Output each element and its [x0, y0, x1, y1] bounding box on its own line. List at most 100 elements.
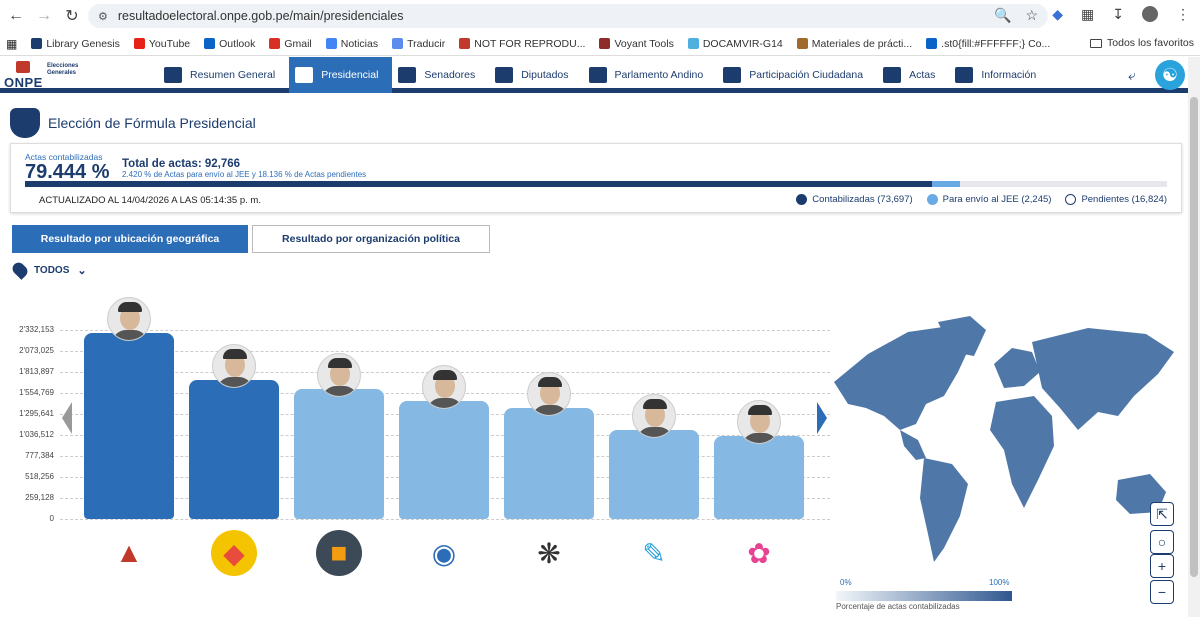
progress-jee	[932, 181, 960, 187]
back-icon[interactable]: ←	[2, 2, 30, 30]
all-bookmarks[interactable]: Todos los favoritos	[1090, 37, 1194, 49]
progress-contabilizadas	[25, 181, 933, 187]
bookmark-item[interactable]: Voyant Tools	[599, 38, 674, 50]
map-globe-button[interactable]: ○	[1150, 530, 1174, 554]
avatar-hair	[538, 376, 562, 387]
map-zoom-out-button[interactable]: −	[1150, 580, 1174, 604]
map-zoom-in-button[interactable]: +	[1150, 554, 1174, 578]
gridline	[60, 351, 830, 352]
nav-diputados[interactable]: Diputados	[489, 57, 582, 93]
y-tick-label: 1'295,641	[19, 409, 54, 418]
page-scrollbar[interactable]	[1188, 57, 1200, 617]
bookmark-item[interactable]: Library Genesis	[31, 38, 120, 50]
spiral-logo-icon[interactable]: ◉	[421, 530, 467, 576]
menu-icon[interactable]: ⋮	[1176, 6, 1190, 23]
outlook-icon	[926, 38, 938, 49]
nav-participacion-ciudadana[interactable]: Participación Ciudadana	[717, 57, 877, 93]
apps-icon[interactable]: ▦	[6, 37, 17, 51]
candidate-bar[interactable]	[399, 400, 489, 519]
candidate-bar[interactable]	[294, 389, 384, 519]
grid-icon	[164, 67, 182, 83]
bookmark-item[interactable]: YouTube	[133, 38, 190, 50]
book-icon	[31, 38, 43, 49]
bookmark-star-icon[interactable]: ☆	[1025, 7, 1038, 24]
bookmark-item[interactable]: Noticias	[325, 38, 378, 50]
diamond-logo-icon[interactable]: ◆	[211, 530, 257, 576]
candidate-bar[interactable]	[609, 429, 699, 519]
bookmark-item[interactable]: Outlook	[204, 38, 255, 50]
accessibility-icon[interactable]: ☯	[1155, 60, 1185, 90]
chart-next-arrow[interactable]	[817, 402, 827, 434]
legend-jee: Para envío al JEE (2,245)	[926, 194, 1051, 205]
candidate-photo	[212, 343, 256, 388]
summary-panel: Actas contabilizadas 79.444 % Total de a…	[10, 143, 1182, 213]
bookmark-item[interactable]: NOT FOR REPRODU...	[459, 38, 585, 50]
speech-bubble-logo-icon[interactable]: ✎	[631, 530, 677, 576]
candidate-bar[interactable]	[189, 379, 279, 519]
scrollbar-thumb[interactable]	[1190, 97, 1198, 577]
tab-organizacion-politica[interactable]: Resultado por organización política	[252, 225, 490, 253]
flower-logo-icon[interactable]: ✿	[736, 530, 782, 576]
emblem-icon	[295, 67, 314, 83]
location-filter[interactable]: TODOS ⌄	[10, 260, 87, 280]
address-bar[interactable]: ⚙ resultadoelectoral.onpe.gob.pe/main/pr…	[88, 4, 1048, 28]
triangle-logo-icon[interactable]: ▲	[106, 530, 152, 576]
y-tick-label: 0	[49, 514, 54, 523]
onpe-logo[interactable]: ONPE Elecciones Generales	[4, 59, 78, 91]
app-header: ONPE Elecciones Generales Resumen General…	[0, 57, 1188, 93]
map-pointer-button[interactable]: ⇱	[1150, 502, 1174, 526]
extension-icon[interactable]: ◆	[1052, 6, 1063, 23]
map-central-america	[900, 430, 926, 460]
y-tick-label: 1'554,769	[19, 388, 54, 397]
candidate-photo	[737, 399, 781, 444]
bookmark-item[interactable]: DOCAMVIR-G14	[687, 38, 783, 50]
profile-avatar[interactable]	[1142, 6, 1158, 22]
youtube-icon	[133, 38, 145, 49]
people-icon	[398, 67, 417, 83]
avatar-body	[322, 386, 358, 397]
candidate-photo	[107, 297, 151, 342]
avatar-body	[217, 376, 253, 387]
tab-ubicacion-geografica[interactable]: Resultado por ubicación geográfica	[12, 225, 248, 253]
bookmark-item[interactable]: Gmail	[269, 38, 312, 50]
chevron-down-icon: ⌄	[77, 264, 87, 277]
download-icon[interactable]: ↧	[1112, 6, 1124, 23]
nav-senadores[interactable]: Senadores	[392, 57, 489, 93]
candidate-bar[interactable]	[714, 435, 804, 519]
avatar-body	[532, 404, 568, 415]
bookmark-item[interactable]: Traducir	[392, 38, 445, 50]
news-icon	[325, 38, 337, 49]
legend-dot	[926, 194, 938, 205]
candidate-photo	[317, 353, 361, 398]
browser-toolbar: ← → ↻ ⚙ resultadoelectoral.onpe.gob.pe/m…	[0, 0, 1200, 32]
presidential-results-chart: 2'332,153 2'073,025 1'813,897 1'554,769 1'29…	[0, 290, 830, 615]
zoom-icon[interactable]: 🔍	[994, 7, 1011, 24]
actas-progress-bar	[25, 181, 1167, 187]
bookmark-item[interactable]: Materiales de prácti...	[796, 38, 912, 50]
building-icon	[495, 67, 514, 83]
y-tick-label: 259,128	[25, 493, 54, 502]
nav-presidencial[interactable]: Presidencial	[289, 57, 393, 93]
share-icon[interactable]: ⤶	[1128, 67, 1136, 84]
bag-logo-icon[interactable]: ■	[316, 530, 362, 576]
nav-informacion[interactable]: Información	[949, 57, 1050, 93]
url-text: resultadoelectoral.onpe.gob.pe/main/pres…	[117, 9, 404, 23]
nav-resumen-general[interactable]: Resumen General	[158, 57, 289, 93]
reload-icon[interactable]: ↻	[58, 2, 86, 30]
nav-parlamento-andino[interactable]: Parlamento Andino	[583, 57, 718, 93]
bookmark-item[interactable]: .st0{fill:#FFFFFF;} Co...	[926, 38, 1050, 50]
percentage-note: 2.420 % de Actas para envío al JEE y 18.…	[122, 170, 367, 179]
candidate-bar[interactable]	[84, 333, 174, 519]
forward-icon[interactable]: →	[30, 2, 58, 30]
candidate-bar[interactable]	[504, 407, 594, 519]
nav-actas[interactable]: Actas	[877, 57, 949, 93]
avatar-body	[742, 432, 778, 443]
updated-timestamp: ACTUALIZADO AL 14/04/2026 A LAS 05:14:35…	[39, 195, 261, 206]
world-map[interactable]	[828, 312, 1180, 572]
avatar-hair	[643, 398, 667, 409]
ant-logo-icon[interactable]: ❋	[526, 530, 572, 576]
site-info-icon[interactable]: ⚙	[98, 10, 108, 23]
legend-dot	[796, 194, 808, 205]
chart-prev-arrow[interactable]	[62, 402, 72, 434]
extensions-puzzle-icon[interactable]: ▦	[1081, 6, 1094, 23]
